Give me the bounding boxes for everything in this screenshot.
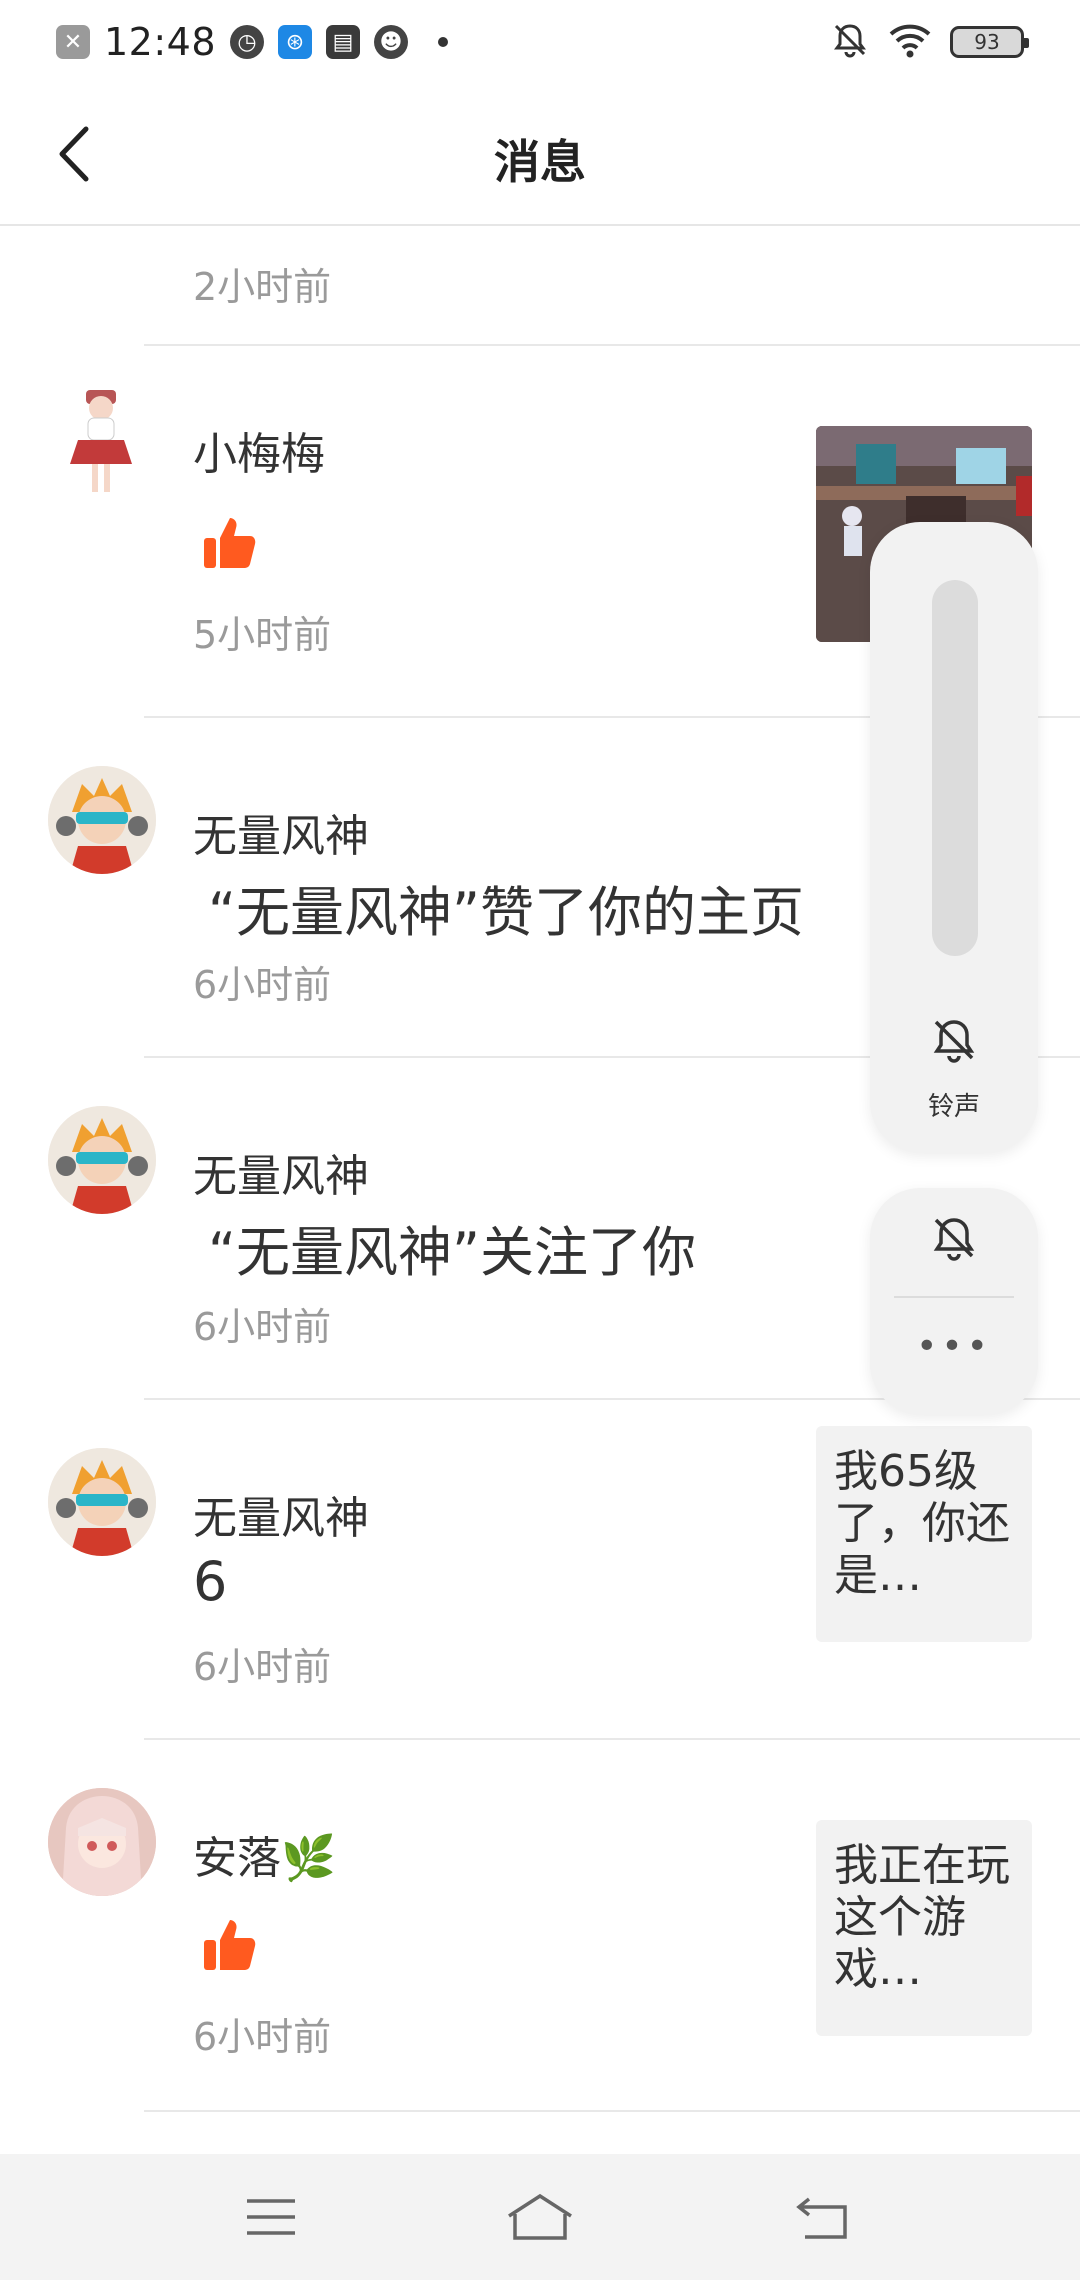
volume-label: 铃声 [927,1092,980,1122]
volume-panel: 铃声 [870,522,1038,1152]
page-title: 消息 [494,135,586,189]
menu-icon [247,2199,295,2235]
menu-button[interactable] [236,2184,306,2250]
reply-preview[interactable]: 我正在玩这个游戏… [816,1820,1032,2036]
avatar[interactable] [48,384,156,492]
header: 消息 [0,84,1080,226]
avatar[interactable] [48,1788,156,1896]
book-icon: ▤ [326,25,361,59]
bell-off-icon[interactable] [928,1212,980,1264]
bot-icon: ☻ [374,25,409,59]
sender-name: 小梅梅 [193,429,325,480]
sender-name: 无量风神 [193,811,369,862]
divider [894,1296,1014,1298]
message-content: “无量风神”关注了你 [208,1221,696,1284]
mute-icon [830,20,870,64]
close-app-icon: ✕ [56,25,90,59]
notification-dot [438,37,449,47]
back-icon [796,2197,847,2239]
navigation-bar [0,2154,1080,2280]
list-item[interactable]: 安落🌿 6小时前 我正在玩这个游戏… [0,1740,1080,2112]
message-time: 6小时前 [193,2015,332,2059]
status-time: 12:48 [104,20,217,64]
bell-off-icon[interactable] [928,1014,980,1066]
volume-slider[interactable] [932,580,978,956]
thumbs-up-icon [200,1916,258,1974]
sender-name: 无量风神 [193,1493,369,1544]
speed-icon: ◷ [230,25,265,59]
home-button[interactable] [505,2184,575,2250]
battery-level: 93 [974,30,1000,54]
message-time: 6小时前 [193,1645,332,1689]
message-time: 5小时前 [193,613,332,657]
list-item[interactable]: 无量风神 6 6小时前 我65级了，你还是… [0,1400,1080,1740]
back-nav-button[interactable] [788,2184,858,2250]
home-icon [508,2193,572,2240]
sender-name: 安落🌿 [193,1833,336,1884]
message-content: “无量风神”赞了你的主页 [208,881,804,944]
sender-name: 无量风神 [193,1151,369,1202]
message-time: 6小时前 [193,1305,332,1349]
divider [144,2110,1080,2112]
message-time: 6小时前 [193,963,332,1007]
signal-app-icon: ⊛ [278,25,313,59]
wifi-icon [888,20,932,64]
message-list[interactable]: 2小时前 小梅梅 5小时前 无量风神 “无量风神”赞了你的主页 6小时前 无量风… [0,226,1080,2112]
thumbs-up-icon [200,514,258,572]
message-time: 2小时前 [193,265,332,309]
list-item[interactable]: 2小时前 [0,226,1080,346]
avatar[interactable] [48,1448,156,1556]
avatar[interactable] [48,766,156,874]
status-bar: ✕ 12:48 ◷ ⊛ ▤ ☻ 93 [0,0,1080,84]
avatar[interactable] [48,1106,156,1214]
reply-preview[interactable]: 我65级了，你还是… [816,1426,1032,1642]
message-content: 6 [193,1550,228,1613]
volume-mode-panel: ••• [870,1188,1038,1414]
more-options-icon[interactable]: ••• [870,1326,1038,1367]
battery-icon: 93 [950,26,1029,58]
